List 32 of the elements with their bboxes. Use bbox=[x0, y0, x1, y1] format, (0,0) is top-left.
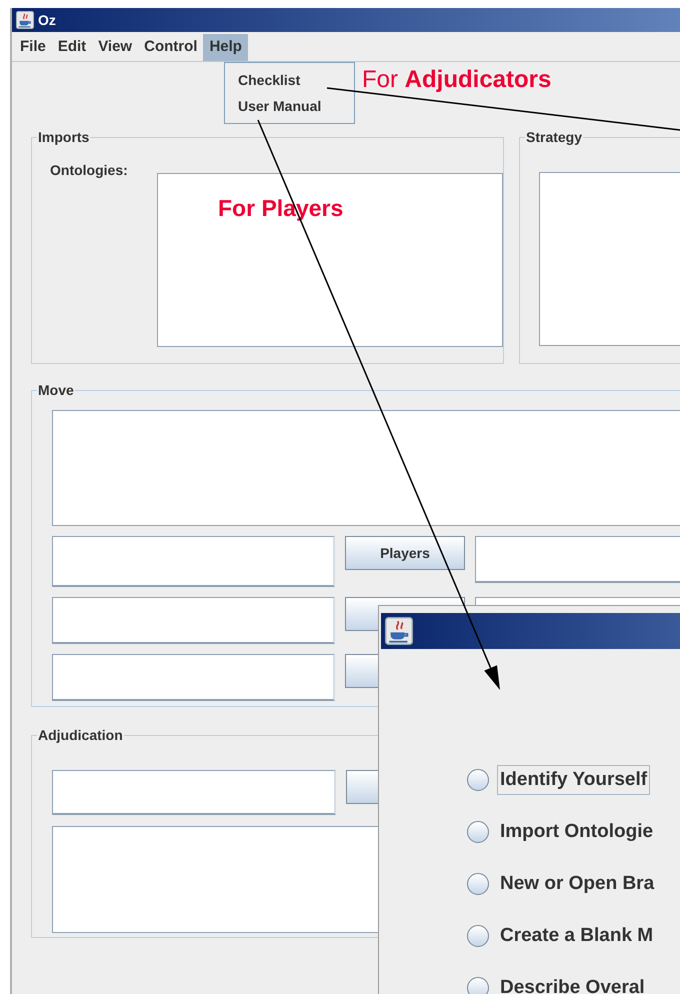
menu-item[interactable]: View bbox=[92, 34, 138, 61]
button[interactable]: Players bbox=[345, 536, 465, 570]
ontologies-label: Ontologies: bbox=[50, 161, 129, 180]
annotation-text: For Adjudicators bbox=[362, 65, 552, 95]
move-text-area[interactable] bbox=[52, 410, 680, 526]
text-field[interactable] bbox=[52, 536, 335, 587]
panel-title: Strategy bbox=[525, 128, 584, 147]
checklist-radio[interactable]: Create a Blank M bbox=[467, 925, 680, 947]
java-cup-icon bbox=[385, 617, 413, 645]
text-field[interactable] bbox=[52, 654, 335, 701]
checklist-radio[interactable]: Describe Overal bbox=[467, 977, 680, 994]
text-field[interactable] bbox=[52, 597, 335, 644]
checklist-label: Identify Yourself bbox=[497, 764, 650, 796]
menu-item[interactable]: User Manual bbox=[225, 93, 354, 119]
checklist-radio[interactable]: New or Open Bra bbox=[467, 873, 680, 895]
menu-item[interactable]: File bbox=[14, 34, 52, 61]
checklist-label: Import Ontologie bbox=[499, 820, 654, 844]
panel-title: Adjudication bbox=[37, 726, 124, 745]
menu-item[interactable]: Control bbox=[138, 34, 204, 61]
checklist-label: New or Open Bra bbox=[499, 872, 656, 896]
text-field[interactable] bbox=[52, 770, 336, 815]
checklist-radio[interactable]: Import Ontologie bbox=[467, 821, 680, 843]
checklist-label: Create a Blank M bbox=[499, 924, 654, 948]
menu-item[interactable]: Checklist bbox=[225, 67, 354, 93]
java-cup-icon bbox=[16, 11, 34, 29]
ontologies-list[interactable] bbox=[157, 173, 503, 347]
menu-item[interactable]: Edit bbox=[52, 34, 92, 61]
menu-item[interactable]: Help bbox=[203, 34, 248, 61]
checklist-label: Describe Overal bbox=[499, 976, 646, 994]
window-title: Oz bbox=[38, 10, 56, 30]
panel-title: Imports bbox=[37, 128, 90, 147]
panel-title: Move bbox=[37, 381, 75, 400]
